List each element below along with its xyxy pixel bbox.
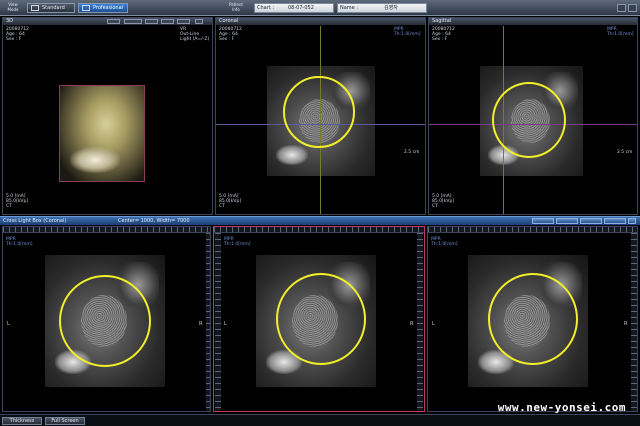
viewport-coronal[interactable]: Coronal 20080712 Age : 64 Sex : F MPR Th…	[215, 17, 426, 215]
tool-tab-icon[interactable]	[107, 19, 120, 24]
viewport-3d[interactable]: 3D 20080712 Age : 64 Sex : F VR Out-Line…	[2, 17, 213, 215]
close-icon[interactable]	[628, 4, 637, 12]
standard-button[interactable]: Standard	[27, 3, 75, 13]
standard-label: Standard	[42, 5, 65, 11]
mpr-overlay: MPR Th:1.0[mm]	[607, 27, 634, 37]
patient-overlay: 20080712 Age : 64 Sex : F	[219, 27, 242, 42]
minimize-icon[interactable]	[617, 4, 626, 12]
left-marker: L	[224, 321, 227, 327]
exposure-overlay: 5.0 [mA] 85.0[kVp] CT	[6, 194, 29, 209]
region-circle[interactable]	[283, 76, 355, 148]
layout-icon	[82, 5, 90, 11]
ruler-left	[215, 233, 221, 411]
light-box-cell-3[interactable]: MPR Th:1.0[mm] L R	[427, 226, 638, 412]
viewport-coronal-header: Coronal	[216, 18, 425, 25]
right-marker: R	[624, 321, 628, 327]
thickness-button[interactable]: Thickness	[2, 417, 42, 425]
name-label: Name :	[340, 5, 359, 11]
patient-overlay: 20080712 Age : 64 Sex : F	[6, 27, 29, 42]
region-circle[interactable]	[492, 82, 566, 158]
left-marker: L	[7, 321, 10, 327]
viewport-3d-header: 3D	[3, 18, 212, 25]
right-marker: R	[199, 321, 203, 327]
light-box-title: Cross Light Box (Coronal)	[3, 218, 67, 224]
right-marker: R	[410, 321, 414, 327]
left-marker: L	[432, 321, 435, 327]
ruler-top	[428, 227, 637, 233]
region-circle[interactable]	[488, 273, 578, 365]
mpr-overlay: MPR Th:1.0[mm]	[431, 237, 458, 247]
prev-button[interactable]	[556, 218, 578, 224]
viewport-3d-title: 3D	[6, 18, 14, 24]
ruler-right	[631, 233, 637, 411]
ruler-right	[206, 233, 210, 411]
chart-label: Chart :	[257, 5, 275, 11]
mpr-overlay: MPR Th:1.0[mm]	[224, 237, 251, 247]
mpr-overlay: MPR Th:1.0[mm]	[6, 237, 33, 247]
region-circle[interactable]	[59, 275, 151, 367]
window-controls	[617, 4, 637, 12]
view-mode-label: View Mode	[7, 2, 19, 12]
volume-render-image[interactable]	[59, 85, 145, 182]
mpr-overlay: MPR Th:1.0[mm]	[394, 27, 421, 37]
patient-overlay: 20080712 Age : 64 Sex : F	[432, 27, 455, 42]
zoom-tab-icon[interactable]	[145, 19, 158, 24]
chart-field[interactable]: Chart : 08-07-052	[254, 3, 334, 13]
light-box-bar: Cross Light Box (Coronal) Center= 1000, …	[0, 216, 640, 225]
full-screen-button[interactable]: Full Screen	[45, 417, 85, 425]
window-level-readout: Center= 1000, Width= 7000	[118, 218, 190, 224]
render-mode-overlay: VR Out-Line Light (A=/-Z)	[180, 27, 210, 42]
viewport-coronal-title: Coronal	[219, 18, 239, 24]
light-box-controls	[532, 218, 636, 224]
next-button[interactable]	[580, 218, 602, 224]
bottom-toolbar: Thickness Full Screen	[0, 414, 640, 426]
name-field[interactable]: Name : 김영자	[337, 3, 427, 13]
patient-info-label: Patient Info	[229, 2, 243, 12]
professional-button[interactable]: Professional	[78, 3, 128, 13]
close-icon[interactable]	[628, 218, 636, 224]
exposure-overlay: 5.0 [mA] 85.0[kVp] CT	[219, 194, 242, 209]
close-view-icon[interactable]	[195, 19, 203, 24]
exposure-overlay: 5.0 [mA] 85.0[kVp] CT	[432, 194, 455, 209]
viewport-sagittal[interactable]: Sagittal 20080712 Age : 64 Sex : F MPR T…	[428, 17, 638, 215]
ruler-right	[417, 233, 423, 411]
grid-icon	[31, 5, 39, 11]
viewport-sagittal-title: Sagittal	[432, 18, 452, 24]
light-box-cell-1[interactable]: MPR Th:1.0[mm] L R	[2, 226, 211, 412]
reset-tab-icon[interactable]	[177, 19, 190, 24]
professional-label: Professional	[93, 5, 124, 11]
top-toolbar: View Mode Standard Professional Patient …	[0, 0, 640, 16]
ruler-top	[214, 227, 424, 233]
light-box-cell-2[interactable]: MPR Th:1.0[mm] L R	[213, 226, 425, 412]
ruler-top	[3, 227, 210, 233]
watermark: www.new-yonsei.com	[497, 401, 626, 414]
chart-value: 08-07-052	[288, 5, 314, 11]
scale-label: 2.5 cm	[617, 150, 633, 155]
viewport-sagittal-header: Sagittal	[429, 18, 637, 25]
windowing-tab-icon[interactable]	[124, 19, 142, 24]
layout-button[interactable]	[532, 218, 554, 224]
region-circle[interactable]	[276, 273, 366, 365]
scale-label: 2.5 cm	[404, 150, 420, 155]
rotate-tab-icon[interactable]	[161, 19, 174, 24]
settings-button[interactable]	[604, 218, 626, 224]
name-value: 김영자	[384, 5, 398, 11]
